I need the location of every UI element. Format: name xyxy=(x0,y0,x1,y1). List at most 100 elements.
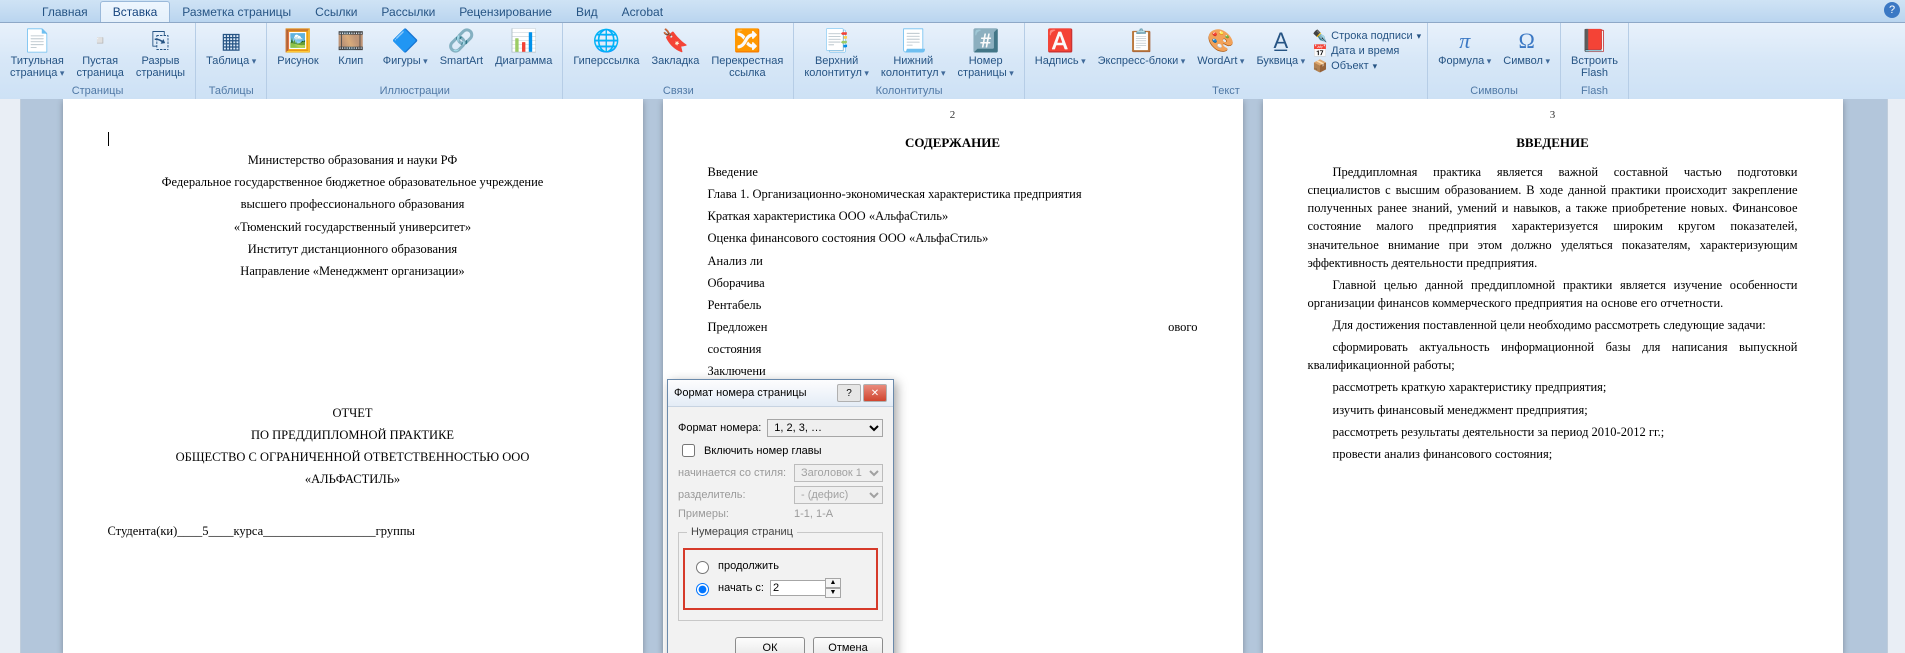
dialog-close-button[interactable]: ✕ xyxy=(863,384,887,402)
p1-l10: «АЛЬФАСТИЛЬ» xyxy=(108,470,598,488)
p2-t7: Рентабель xyxy=(708,296,1198,314)
equation-button[interactable]: πФормула xyxy=(1434,25,1495,69)
p1-l1: Министерство образования и науки РФ xyxy=(108,151,598,169)
number-format-label: Формат номера: xyxy=(678,422,761,434)
p2-t2: Глава 1. Организационно-экономическая ха… xyxy=(708,185,1198,203)
p1-l8: ПО ПРЕДДИПЛОМНОЙ ПРАКТИКЕ xyxy=(108,426,598,444)
tab-acrobat[interactable]: Acrobat xyxy=(610,2,675,22)
group-headerfooter: 📑Верхнийколонтитул 📃Нижнийколонтитул #️⃣… xyxy=(794,23,1024,99)
wordart-icon: 🎨 xyxy=(1205,27,1237,55)
ok-button[interactable]: ОК xyxy=(735,637,805,653)
spin-up-button[interactable]: ▲ xyxy=(825,578,841,588)
spin-down-button[interactable]: ▼ xyxy=(825,588,841,598)
picture-button[interactable]: 🖼️Рисунок xyxy=(273,25,323,69)
group-tables: ▦Таблица Таблицы xyxy=(196,23,267,99)
number-format-select[interactable]: 1, 2, 3, … xyxy=(767,419,883,437)
cancel-button[interactable]: Отмена xyxy=(813,637,883,653)
datetime-button[interactable]: 📅Дата и время xyxy=(1313,44,1421,58)
group-pages: 📄Титульнаястраница ▫️Пустаястраница ⎘Раз… xyxy=(0,23,196,99)
object-icon: 📦 xyxy=(1313,59,1327,73)
page-1[interactable]: Министерство образования и науки РФ Феде… xyxy=(63,99,643,653)
group-label-tables: Таблицы xyxy=(202,85,260,99)
include-chapter-checkbox[interactable] xyxy=(682,444,695,457)
group-symbols: πФормула ΩСимвол Символы xyxy=(1428,23,1561,99)
group-links: 🌐Гиперссылка 🔖Закладка 🔀Перекрестнаяссыл… xyxy=(563,23,794,99)
p3-p3: Для достижения поставленной цели необход… xyxy=(1308,316,1798,334)
bookmark-icon: 🔖 xyxy=(659,27,691,55)
page-number-button[interactable]: #️⃣Номерстраницы xyxy=(954,25,1018,81)
flash-icon: 📕 xyxy=(1579,27,1611,55)
p1-l7: ОТЧЕТ xyxy=(108,404,598,422)
p3-b5: провести анализ финансового состояния; xyxy=(1308,445,1798,463)
group-label-flash: Flash xyxy=(1567,85,1622,99)
tab-view[interactable]: Вид xyxy=(564,2,610,22)
dialog-titlebar[interactable]: Формат номера страницы ? ✕ xyxy=(668,380,893,407)
cover-page-button[interactable]: 📄Титульнаястраница xyxy=(6,25,68,81)
page-number-2: 2 xyxy=(663,109,1243,121)
p3-b4: рассмотреть результаты деятельности за п… xyxy=(1308,423,1798,441)
object-button[interactable]: 📦Объект ▾ xyxy=(1313,59,1421,73)
vertical-scrollbar[interactable] xyxy=(1887,99,1905,653)
header-button[interactable]: 📑Верхнийколонтитул xyxy=(800,25,873,81)
start-at-input[interactable] xyxy=(770,580,826,596)
tab-home[interactable]: Главная xyxy=(30,2,100,22)
tab-references[interactable]: Ссылки xyxy=(303,2,369,22)
group-illustrations: 🖼️Рисунок 🎞️Клип 🔷Фигуры 🔗SmartArt 📊Диаг… xyxy=(267,23,563,99)
dialog-title: Формат номера страницы xyxy=(674,387,807,399)
bookmark-button[interactable]: 🔖Закладка xyxy=(647,25,703,69)
p1-l4: «Тюменский государственный университет» xyxy=(108,218,598,236)
tab-mailings[interactable]: Рассылки xyxy=(369,2,447,22)
tab-review[interactable]: Рецензирование xyxy=(447,2,564,22)
tab-insert[interactable]: Вставка xyxy=(100,1,171,22)
footer-button[interactable]: 📃Нижнийколонтитул xyxy=(877,25,950,81)
quickparts-button[interactable]: 📋Экспресс-блоки xyxy=(1094,25,1190,69)
p2-t1: Введение xyxy=(708,163,1198,181)
p3-title: ВВЕДЕНИЕ xyxy=(1308,135,1798,151)
tab-layout[interactable]: Разметка страницы xyxy=(170,2,303,22)
chapter-style-label: начинается со стиля: xyxy=(678,467,788,479)
table-button[interactable]: ▦Таблица xyxy=(202,25,260,69)
continue-label: продолжить xyxy=(718,560,779,572)
symbol-button[interactable]: ΩСимвол xyxy=(1499,25,1554,69)
p1-l11: Студента(ки)____5____курса______________… xyxy=(108,522,598,540)
cross-ref-icon: 🔀 xyxy=(731,27,763,55)
separator-label: разделитель: xyxy=(678,489,788,501)
dropcap-button[interactable]: A̲Буквица xyxy=(1252,25,1309,69)
examples-value: 1-1, 1-A xyxy=(794,508,833,520)
start-at-radio[interactable] xyxy=(696,583,709,596)
include-chapter-label: Включить номер главы xyxy=(704,445,822,457)
page-break-button[interactable]: ⎘Разрывстраницы xyxy=(132,25,189,81)
table-icon: ▦ xyxy=(215,27,247,55)
blank-page-icon: ▫️ xyxy=(84,27,116,55)
menu-tabs: Главная Вставка Разметка страницы Ссылки… xyxy=(0,0,1905,23)
examples-label: Примеры: xyxy=(678,508,788,520)
page-3[interactable]: 3 ВВЕДЕНИЕ Преддипломная практика являет… xyxy=(1263,99,1843,653)
p2-t8: Предложенового xyxy=(708,318,1198,336)
smartart-button[interactable]: 🔗SmartArt xyxy=(436,25,487,69)
hyperlink-button[interactable]: 🌐Гиперссылка xyxy=(569,25,643,69)
signature-line-button[interactable]: ✒️Строка подписи ▾ xyxy=(1313,29,1421,43)
shapes-button[interactable]: 🔷Фигуры xyxy=(379,25,432,69)
continue-radio[interactable] xyxy=(696,561,709,574)
blank-page-button[interactable]: ▫️Пустаястраница xyxy=(72,25,127,81)
page-numbering-legend: Нумерация страниц xyxy=(687,526,797,538)
group-label-illus: Иллюстрации xyxy=(273,85,556,99)
equation-icon: π xyxy=(1449,27,1481,55)
p2-title: СОДЕРЖАНИЕ xyxy=(708,135,1198,151)
picture-icon: 🖼️ xyxy=(282,27,314,55)
p1-l5: Институт дистанционного образования xyxy=(108,240,598,258)
dialog-help-button[interactable]: ? xyxy=(837,384,861,402)
shapes-icon: 🔷 xyxy=(389,27,421,55)
textbox-button[interactable]: 🅰️Надпись xyxy=(1031,25,1090,69)
chart-button[interactable]: 📊Диаграмма xyxy=(491,25,556,69)
text-cursor xyxy=(108,132,109,146)
cross-ref-button[interactable]: 🔀Перекрестнаяссылка xyxy=(707,25,787,81)
wordart-button[interactable]: 🎨WordArt xyxy=(1193,25,1248,69)
help-icon[interactable]: ? xyxy=(1884,2,1900,18)
page-break-icon: ⎘ xyxy=(144,27,176,55)
clip-button[interactable]: 🎞️Клип xyxy=(327,25,375,69)
embed-flash-button[interactable]: 📕ВстроитьFlash xyxy=(1567,25,1622,81)
p2-t10: Заключени xyxy=(708,362,1198,380)
p2-t9: состояния xyxy=(708,340,1198,358)
p1-l9: ОБЩЕСТВО С ОГРАНИЧЕННОЙ ОТВЕТСТВЕННОСТЬЮ… xyxy=(108,448,598,466)
